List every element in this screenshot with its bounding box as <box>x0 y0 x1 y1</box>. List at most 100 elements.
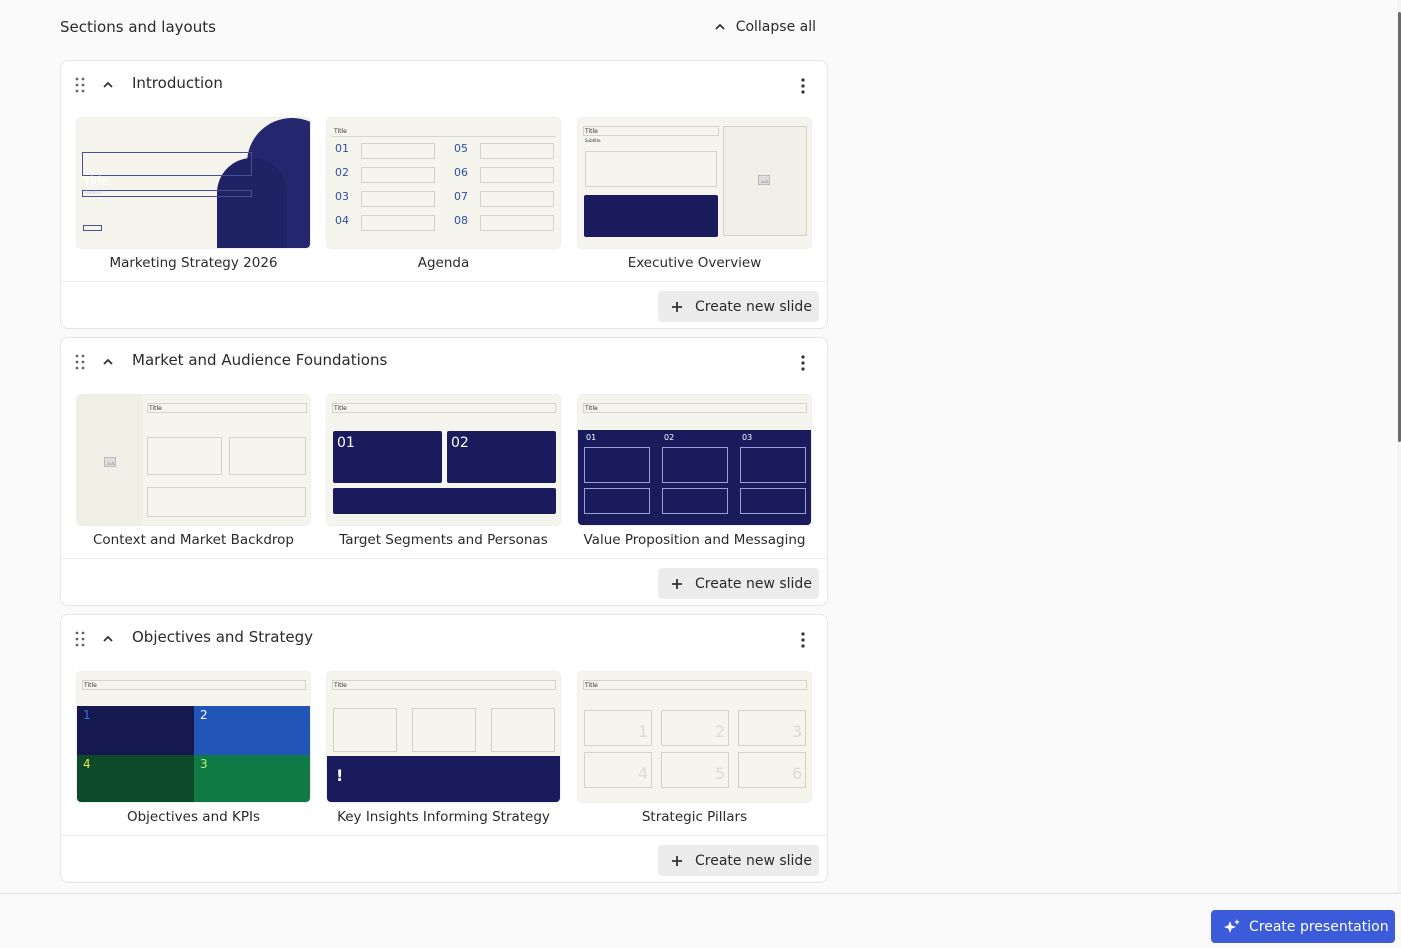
image-placeholder-icon <box>104 457 116 467</box>
slide-caption: Value Proposition and Messaging <box>583 532 806 548</box>
takeaways-box <box>584 195 718 237</box>
section-title: Market and Audience Foundations <box>132 351 388 369</box>
create-new-slide-label: Create new slide <box>695 852 812 869</box>
collapse-all-label: Collapse all <box>735 19 816 35</box>
section-introduction: Introduction Title Subtitle Marketing St… <box>60 60 828 329</box>
title-box <box>583 126 719 136</box>
plus-icon <box>672 578 682 589</box>
slide-thumbnail[interactable]: Title 01 02 03 Value Proposition and Mes… <box>577 394 812 548</box>
kpi-number: 2 <box>200 708 208 722</box>
drag-handle-icon[interactable] <box>75 77 85 93</box>
content-box <box>229 437 306 475</box>
section-objectives-and-strategy: Objectives and Strategy Title 1 2 4 3 Ob… <box>60 614 828 883</box>
section-footer: Create new slide <box>61 835 827 883</box>
sparkle-icon <box>1224 918 1240 933</box>
create-new-slide-label: Create new slide <box>695 575 812 592</box>
agenda-item-box <box>480 191 554 207</box>
agenda-item-box <box>361 167 435 183</box>
pillar-number: 6 <box>792 764 803 783</box>
preview-subtitle: Subtitle <box>85 190 101 195</box>
slide-thumbnail[interactable]: Title 01 02 Target Segments and Personas <box>326 394 561 548</box>
slide-thumbnails: Title Context and Market Backdrop Title <box>61 386 827 558</box>
title-box <box>332 403 556 413</box>
chevron-up-icon[interactable] <box>102 79 114 91</box>
slide-thumbnail[interactable]: Title Subtitle Executive Overview <box>577 117 812 271</box>
preview-title: Title <box>334 128 347 135</box>
kpi-number: 3 <box>200 757 208 771</box>
pillar-box <box>740 488 806 514</box>
agenda-item-box <box>361 215 435 231</box>
agenda-number: 05 <box>454 142 468 155</box>
create-new-slide-button[interactable]: Create new slide <box>658 845 819 876</box>
create-presentation-button[interactable]: Create presentation <box>1211 910 1395 943</box>
section-header: Introduction <box>61 61 827 109</box>
slide-preview: Title 1 2 4 3 <box>76 671 311 803</box>
agenda-number: 07 <box>454 190 468 203</box>
kpi-number: 4 <box>83 757 91 771</box>
agenda-number: 06 <box>454 166 468 179</box>
section-title: Objectives and Strategy <box>132 628 313 646</box>
slide-caption: Strategic Pillars <box>641 809 748 825</box>
slide-caption: Target Segments and Personas <box>339 532 548 548</box>
slide-thumbnail[interactable]: Title Subtitle Marketing Strategy 2026 <box>76 117 311 271</box>
kebab-menu-icon[interactable] <box>799 77 807 95</box>
sections-header: Sections and layouts Collapse all <box>60 16 820 42</box>
slide-preview: Title ! <box>326 671 561 803</box>
slide-preview: Title 01 02 03 04 05 06 07 08 <box>326 117 561 249</box>
slide-caption: Agenda <box>417 255 470 271</box>
slide-caption: Marketing Strategy 2026 <box>109 255 278 271</box>
pillar-number: 02 <box>664 433 675 442</box>
image-placeholder-icon <box>758 175 770 185</box>
subtitle-box <box>82 190 252 197</box>
chevron-up-icon[interactable] <box>102 356 114 368</box>
pillar-number: 5 <box>715 764 726 783</box>
slide-preview: Title 1 2 3 4 5 6 <box>577 671 812 803</box>
chevron-up-icon <box>715 23 725 30</box>
bottom-action-bar: Create presentation <box>0 893 1401 948</box>
agenda-number: 08 <box>454 214 468 227</box>
title-box <box>82 152 252 176</box>
pillar-number: 4 <box>638 764 649 783</box>
agenda-item-box <box>361 143 435 159</box>
slide-preview: Title Subtitle <box>577 117 812 249</box>
kebab-menu-icon[interactable] <box>799 354 807 372</box>
section-footer: Create new slide <box>61 281 827 329</box>
slide-thumbnail[interactable]: Title 01 02 03 04 05 06 07 08 Agenda <box>326 117 561 271</box>
slide-thumbnail[interactable]: Title Context and Market Backdrop <box>76 394 311 548</box>
create-new-slide-button[interactable]: Create new slide <box>658 568 819 599</box>
drag-handle-icon[interactable] <box>75 354 85 370</box>
create-new-slide-label: Create new slide <box>695 298 812 315</box>
persona-number: 01 <box>337 435 355 451</box>
section-footer: Create new slide <box>61 558 827 606</box>
slide-thumbnail[interactable]: Title ! Key Insights Informing Strategy <box>326 671 561 825</box>
pillar-number: 3 <box>792 722 803 741</box>
kpi-number: 1 <box>83 708 91 722</box>
kebab-menu-icon[interactable] <box>799 631 807 649</box>
slide-thumbnail[interactable]: Title 1 2 3 4 5 6 Strategic Pillars <box>577 671 812 825</box>
slide-preview: Title 01 02 03 <box>577 394 812 526</box>
pillar-number: 03 <box>742 433 753 442</box>
create-new-slide-button[interactable]: Create new slide <box>658 291 819 322</box>
content-box <box>147 487 306 517</box>
title-box <box>82 680 306 690</box>
sections-panel: Sections and layouts Collapse all Introd… <box>0 0 1396 893</box>
kpi-quadrant <box>77 755 194 802</box>
preview-title: Title <box>83 174 109 188</box>
summary-box <box>333 488 556 514</box>
kpi-quadrant <box>194 755 310 802</box>
insight-box <box>491 708 555 752</box>
pillar-box <box>584 488 650 514</box>
slide-preview: Title Subtitle <box>76 117 311 249</box>
agenda-item-box <box>361 191 435 207</box>
chevron-up-icon[interactable] <box>102 633 114 645</box>
slide-preview: Title <box>76 394 311 526</box>
insight-box <box>412 708 476 752</box>
app-page: Sections and layouts Collapse all Introd… <box>0 0 1401 948</box>
insight-box <box>333 708 397 752</box>
drag-handle-icon[interactable] <box>75 631 85 647</box>
collapse-all-button[interactable]: Collapse all <box>714 19 816 35</box>
agenda-item-box <box>480 167 554 183</box>
slide-thumbnails: Title Subtitle Marketing Strategy 2026 T… <box>61 109 827 281</box>
section-market-and-audience-foundations: Market and Audience Foundations Title Co… <box>60 337 828 606</box>
slide-thumbnail[interactable]: Title 1 2 4 3 Objectives and KPIs <box>76 671 311 825</box>
